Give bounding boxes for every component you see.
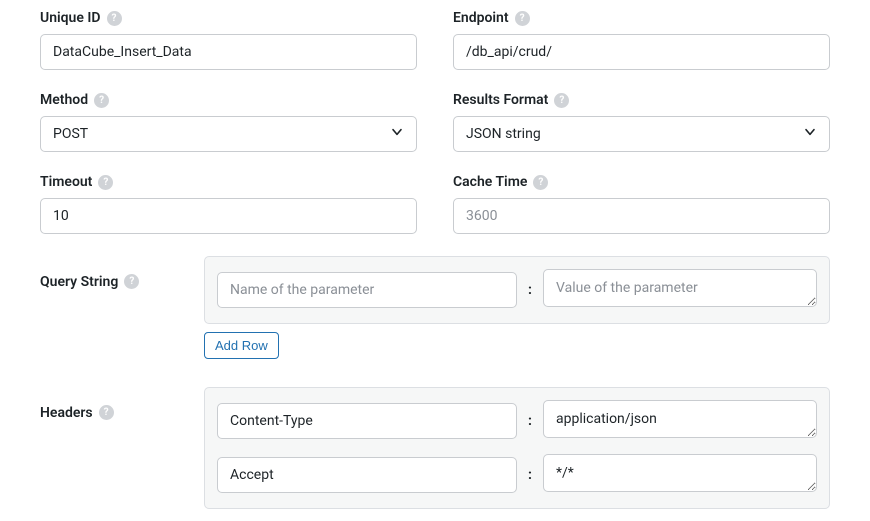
method-select[interactable]: POST — [40, 116, 417, 152]
header-row: : — [217, 400, 817, 442]
endpoint-field-group: Endpoint ? — [453, 10, 830, 70]
help-icon[interactable]: ? — [98, 175, 113, 190]
help-icon[interactable]: ? — [124, 274, 139, 289]
colon-separator: : — [527, 413, 533, 429]
cache-time-field-group: Cache Time ? — [453, 174, 830, 234]
add-row-button[interactable]: Add Row — [204, 332, 279, 359]
timeout-input[interactable] — [40, 198, 417, 234]
method-field-group: Method ? POST — [40, 92, 417, 152]
timeout-field-group: Timeout ? — [40, 174, 417, 234]
colon-separator: : — [527, 282, 533, 298]
endpoint-input[interactable] — [453, 34, 830, 70]
query-string-label: Query String — [40, 274, 118, 290]
query-string-section: Query String ? : Add Row — [40, 256, 830, 359]
headers-label: Headers — [40, 405, 93, 421]
colon-separator: : — [527, 467, 533, 483]
unique-id-label: Unique ID — [40, 10, 101, 26]
help-icon[interactable]: ? — [554, 93, 569, 108]
results-format-select[interactable]: JSON string — [453, 116, 830, 152]
help-icon[interactable]: ? — [107, 11, 122, 26]
cache-time-label: Cache Time — [453, 174, 527, 190]
headers-group: : : — [204, 387, 830, 509]
param-value-input[interactable] — [543, 269, 817, 307]
help-icon[interactable]: ? — [533, 175, 548, 190]
cache-time-input[interactable] — [453, 198, 830, 234]
timeout-label: Timeout — [40, 174, 92, 190]
header-name-input[interactable] — [217, 457, 517, 493]
help-icon[interactable]: ? — [99, 405, 114, 420]
header-value-input[interactable] — [543, 454, 817, 492]
headers-section: Headers ? : : — [40, 387, 830, 509]
header-name-input[interactable] — [217, 403, 517, 439]
results-format-field-group: Results Format ? JSON string — [453, 92, 830, 152]
endpoint-label: Endpoint — [453, 10, 509, 26]
help-icon[interactable]: ? — [515, 11, 530, 26]
results-format-label: Results Format — [453, 92, 548, 108]
unique-id-field-group: Unique ID ? — [40, 10, 417, 70]
param-name-input[interactable] — [217, 272, 517, 308]
unique-id-input[interactable] — [40, 34, 417, 70]
help-icon[interactable]: ? — [94, 93, 109, 108]
method-label: Method — [40, 92, 88, 108]
header-row: : — [217, 454, 817, 496]
query-string-group: : — [204, 256, 830, 324]
header-value-input[interactable] — [543, 400, 817, 438]
query-string-row: : — [217, 269, 817, 311]
